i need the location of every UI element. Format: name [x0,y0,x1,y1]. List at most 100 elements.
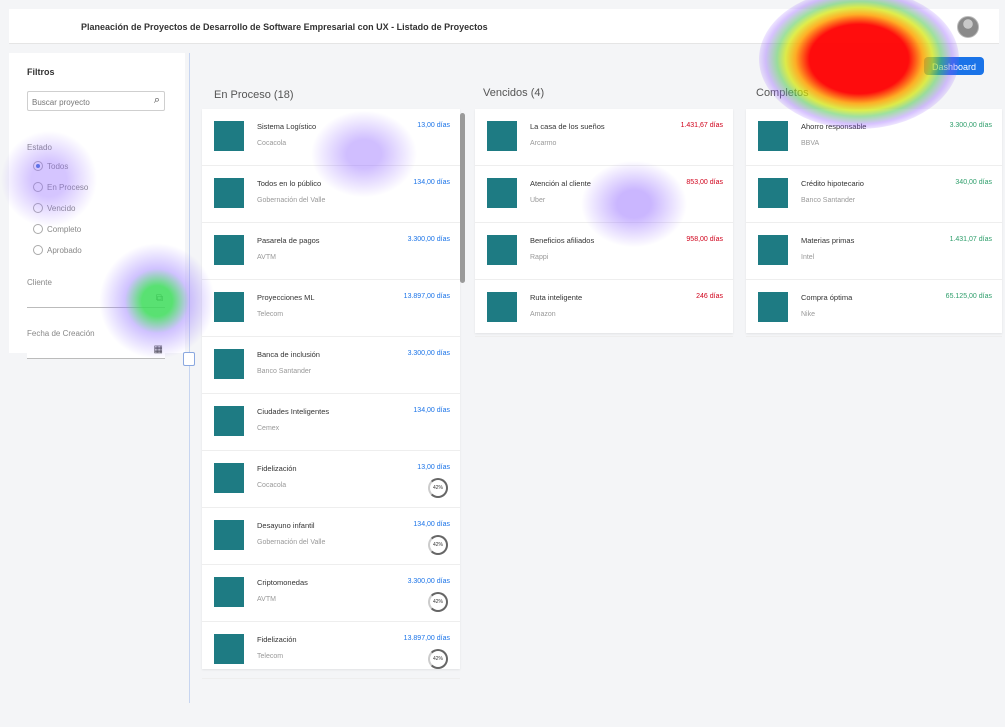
column-en-proceso: Sistema Logístico Cocacola 13,00 días To… [202,109,460,679]
scrollbar[interactable] [460,113,465,283]
splitter-handle[interactable] [183,352,195,366]
project-client: Arcarmo [530,140,557,147]
project-thumbnail [214,634,244,664]
filters-panel: Filtros ⌕ Estado Todos En Proceso Vencid… [9,53,185,359]
project-name: Fidelización [257,635,297,644]
radio-label: En Proceso [47,182,89,192]
project-client: Telecom [257,653,284,660]
date-label: Fecha de Creación [27,329,95,338]
project-thumbnail [758,121,788,151]
project-card[interactable]: Sistema Logístico Cocacola 13,00 días [202,109,460,166]
project-days: 134,00 días [413,179,450,186]
page-title: Planeación de Proyectos de Desarrollo de… [81,22,488,32]
project-card[interactable]: Banca de inclusión Banco Santander 3.300… [202,337,460,394]
calendar-icon[interactable]: ▦ [154,344,163,355]
user-avatar[interactable] [957,16,979,38]
project-client: Nike [801,311,816,318]
project-name: Todos en lo público [257,179,322,188]
project-card[interactable]: Atención al cliente Uber 853,00 días [475,166,733,223]
project-days: 13.897,00 días [403,293,450,300]
project-days: 1.431,67 días [680,122,723,129]
project-name: Criptomonedas [257,578,308,587]
project-card[interactable]: Materias primas Intel 1.431,07 días [746,223,1002,280]
radio-vencido[interactable]: Vencido [33,203,75,213]
project-name: Pasarela de pagos [257,236,320,245]
project-name: Ciudades Inteligentes [257,407,330,416]
project-client: AVTM [257,596,276,603]
project-days: 3.300,00 días [407,578,450,585]
project-thumbnail [214,406,244,436]
project-card[interactable]: Beneficios afiliados Rappi 958,00 días [475,223,733,280]
project-client: Rappi [530,254,549,261]
search-input[interactable] [28,94,146,111]
project-client: Gobernación del Valle [257,197,326,204]
project-days: 3.300,00 días [407,236,450,243]
project-card[interactable]: Compra óptima Nike 65.125,00 días [746,280,1002,337]
project-days: 246 días [696,293,723,300]
project-name: Ahorro responsable [801,122,867,131]
radio-icon [33,203,43,213]
project-client: Cocacola [257,140,287,147]
progress-indicator: 42% [428,649,448,669]
project-days: 1.431,07 días [949,236,992,243]
project-client: Cocacola [257,482,287,489]
project-card[interactable]: Ahorro responsable BBVA 3.300,00 días [746,109,1002,166]
value-help-icon[interactable]: ⧉ [156,293,163,304]
project-client: Intel [801,254,815,261]
column-title-vencidos: Vencidos (4) [483,87,545,99]
project-thumbnail [214,121,244,151]
project-days: 65.125,00 días [945,293,992,300]
project-days: 853,00 días [686,179,723,186]
search-icon[interactable]: ⌕ [154,94,160,107]
project-name: Beneficios afiliados [530,236,595,245]
project-client: AVTM [257,254,276,261]
project-name: Fidelización [257,464,297,473]
project-card[interactable]: La casa de los sueños Arcarmo 1.431,67 d… [475,109,733,166]
project-client: Amazon [530,311,556,318]
project-client: Gobernación del Valle [257,539,326,546]
client-field[interactable]: ⧉ [27,293,165,308]
project-thumbnail [214,292,244,322]
dashboard-button[interactable]: Dashboard [924,57,984,75]
panel-splitter[interactable] [189,53,190,703]
radio-completo[interactable]: Completo [33,224,81,234]
project-name: Materias primas [801,236,855,245]
project-days: 13,00 días [417,464,450,471]
app-window: Planeación de Proyectos de Desarrollo de… [0,0,1002,719]
radio-aprobado[interactable]: Aprobado [33,245,82,255]
project-card[interactable]: Desayuno infantil Gobernación del Valle … [202,508,460,565]
project-card[interactable]: Ruta inteligente Amazon 246 días [475,280,733,337]
project-card[interactable]: Pasarela de pagos AVTM 3.300,00 días [202,223,460,280]
project-card[interactable]: Crédito hipotecario Banco Santander 340,… [746,166,1002,223]
radio-todos[interactable]: Todos [33,161,68,171]
project-client: BBVA [801,140,820,147]
project-thumbnail [214,178,244,208]
project-card[interactable]: Ciudades Inteligentes Cemex 134,00 días [202,394,460,451]
radio-icon [33,161,43,171]
project-name: Proyecciones ML [257,293,315,302]
progress-indicator: 42% [428,478,448,498]
search-box: ⌕ [27,91,165,111]
project-card[interactable]: Fidelización Telecom 13.897,00 días 42% [202,622,460,679]
progress-indicator: 42% [428,535,448,555]
project-days: 3.300,00 días [949,122,992,129]
progress-indicator: 42% [428,592,448,612]
column-vencidos: La casa de los sueños Arcarmo 1.431,67 d… [475,109,733,337]
radio-en-proceso[interactable]: En Proceso [33,182,88,192]
project-card[interactable]: Fidelización Cocacola 13,00 días 42% [202,451,460,508]
project-thumbnail [214,235,244,265]
date-field[interactable]: ▦ [27,344,165,359]
project-card[interactable]: Criptomonedas AVTM 3.300,00 días 42% [202,565,460,622]
project-days: 134,00 días [413,407,450,414]
project-thumbnail [214,349,244,379]
project-card[interactable]: Proyecciones ML Telecom 13.897,00 días [202,280,460,337]
top-bar: Planeación de Proyectos de Desarrollo de… [9,9,999,44]
project-name: Banca de inclusión [257,350,320,359]
project-days: 3.300,00 días [407,350,450,357]
project-card[interactable]: Todos en lo público Gobernación del Vall… [202,166,460,223]
project-client: Banco Santander [801,197,856,204]
radio-label: Todos [47,161,69,171]
radio-icon [33,182,43,192]
column-title-en-proceso: En Proceso (18) [214,89,294,101]
project-thumbnail [758,178,788,208]
